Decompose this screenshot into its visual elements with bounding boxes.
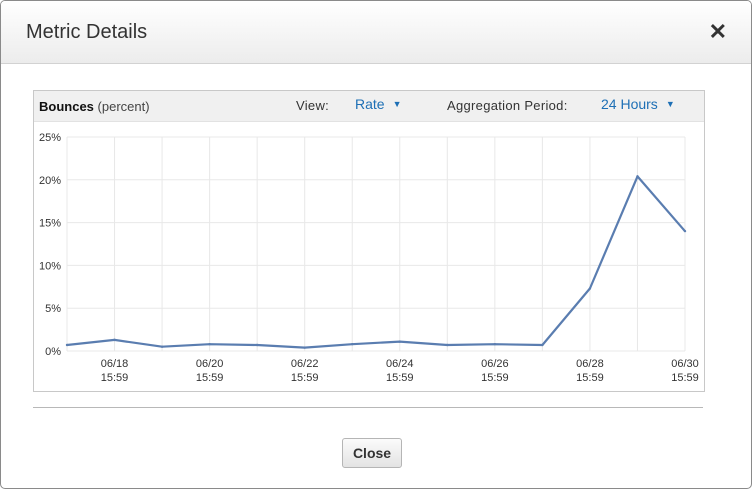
- dialog-title: Metric Details: [26, 21, 148, 43]
- y-tick-label: 20%: [39, 175, 61, 187]
- data-point: [493, 342, 497, 346]
- data-point: [588, 287, 592, 290]
- data-point: [541, 343, 544, 347]
- x-tick-date: 06/18: [101, 358, 129, 370]
- x-tick-time: 15:59: [671, 372, 699, 384]
- x-tick-date: 06/28: [576, 358, 604, 370]
- data-point: [351, 342, 354, 346]
- x-tick-date: 06/20: [196, 358, 224, 370]
- x-tick-time: 15:59: [481, 372, 509, 384]
- data-point: [113, 338, 116, 342]
- data-point: [208, 342, 211, 346]
- dialog-header: Metric Details ✕: [1, 1, 751, 64]
- y-tick-label: 25%: [39, 132, 61, 144]
- data-point: [398, 340, 401, 343]
- data-point: [255, 343, 259, 347]
- y-tick-label: 0%: [45, 346, 61, 358]
- x-tick-date: 06/30: [671, 358, 699, 370]
- data-point: [65, 343, 69, 347]
- x-tick-date: 06/22: [291, 358, 319, 370]
- x-tick-time: 15:59: [576, 372, 604, 384]
- data-point: [636, 175, 639, 178]
- x-tick-time: 15:59: [101, 372, 129, 384]
- data-point: [303, 346, 306, 349]
- divider: [33, 407, 703, 408]
- close-button[interactable]: Close: [342, 438, 402, 468]
- x-tick-time: 15:59: [291, 372, 319, 384]
- x-tick-time: 15:59: [386, 372, 414, 384]
- x-tick-time: 15:59: [196, 372, 224, 384]
- y-tick-label: 15%: [39, 218, 61, 230]
- x-tick-date: 06/24: [386, 358, 414, 370]
- x-tick-date: 06/26: [481, 358, 509, 370]
- chart-panel: Bounces (percent) View: Rate ▼ Aggregatio…: [33, 90, 705, 392]
- data-point: [446, 343, 449, 347]
- bounces-line-chart: 0% 5% 10% 15% 20% 25% 06/18 15:59 06/20 15:59 06/2…: [39, 132, 699, 384]
- data-point: [683, 229, 687, 233]
- close-icon[interactable]: ✕: [709, 21, 727, 43]
- metric-details-dialog: Metric Details ✕ Bounces (percent) View:…: [0, 0, 752, 489]
- data-point: [160, 345, 164, 348]
- bounces-series-line: [66, 175, 686, 349]
- y-tick-label: 5%: [45, 303, 61, 315]
- y-tick-label: 10%: [39, 260, 61, 272]
